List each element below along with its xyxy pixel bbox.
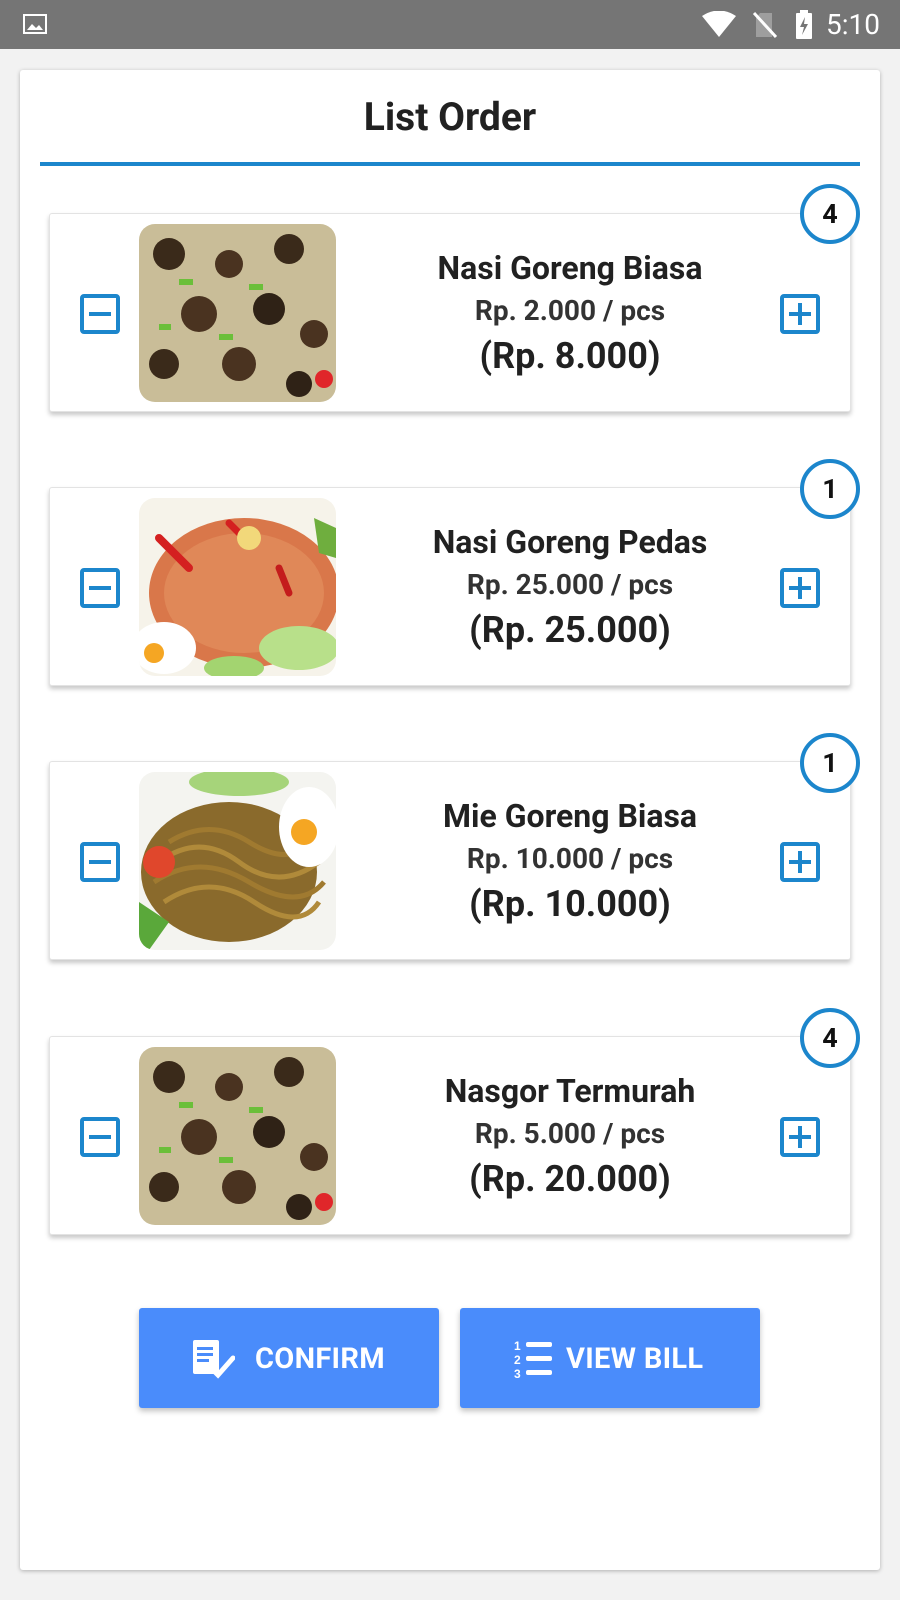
food-image <box>139 224 336 402</box>
item-total: (Rp. 25.000) <box>469 609 671 651</box>
item-name: Nasgor Termurah <box>444 1072 696 1110</box>
order-item: Nasgor Termurah Rp. 5.000 / pcs (Rp. 20.… <box>49 1036 851 1235</box>
item-name: Nasi Goreng Biasa <box>437 249 703 287</box>
decrease-quantity-button[interactable] <box>80 1117 120 1157</box>
fried-rice-meat-image <box>139 1047 336 1225</box>
food-image <box>139 498 336 676</box>
item-unit-price: Rp. 25.000 / pcs <box>466 568 674 601</box>
order-item: Nasi Goreng Biasa Rp. 2.000 / pcs (Rp. 8… <box>49 213 851 412</box>
svg-text:3: 3 <box>514 1367 521 1380</box>
quantity-badge: 4 <box>800 184 860 244</box>
no-sim-icon <box>752 11 778 39</box>
numbered-list-icon: 1 2 3 <box>514 1339 552 1380</box>
image-icon <box>23 14 47 34</box>
quantity-badge: 4 <box>800 1008 860 1068</box>
food-image <box>139 1047 336 1225</box>
increase-quantity-button[interactable] <box>780 1117 820 1157</box>
item-total: (Rp. 10.000) <box>469 883 671 925</box>
item-total: (Rp. 20.000) <box>469 1158 671 1200</box>
fried-rice-meat-image <box>139 224 336 402</box>
item-unit-price: Rp. 5.000 / pcs <box>474 1117 666 1150</box>
view-bill-button[interactable]: 1 2 3 VIEW BILL <box>460 1308 760 1408</box>
increase-quantity-button[interactable] <box>780 294 820 334</box>
item-info: Mie Goreng Biasa Rp. 10.000 / pcs (Rp. 1… <box>370 792 770 930</box>
item-unit-price: Rp. 10.000 / pcs <box>466 842 674 875</box>
order-item: Mie Goreng Biasa Rp. 10.000 / pcs (Rp. 1… <box>49 761 851 960</box>
battery-charging-icon <box>796 10 812 39</box>
confirm-button[interactable]: CONFIRM <box>139 1308 439 1408</box>
item-name: Nasi Goreng Pedas <box>432 523 708 561</box>
wifi-icon <box>702 11 736 37</box>
item-name: Mie Goreng Biasa <box>442 797 698 835</box>
item-info: Nasi Goreng Biasa Rp. 2.000 / pcs (Rp. 8… <box>370 244 770 382</box>
decrease-quantity-button[interactable] <box>80 842 120 882</box>
checklist-confirm-icon <box>193 1340 235 1379</box>
item-unit-price: Rp. 2.000 / pcs <box>474 294 666 327</box>
quantity-badge: 1 <box>800 459 860 519</box>
decrease-quantity-button[interactable] <box>80 568 120 608</box>
confirm-label: CONFIRM <box>255 1342 385 1376</box>
title-divider <box>40 162 860 166</box>
item-total: (Rp. 8.000) <box>479 335 661 377</box>
svg-text:1: 1 <box>514 1339 521 1353</box>
spicy-fried-rice-image <box>139 498 336 676</box>
increase-quantity-button[interactable] <box>780 842 820 882</box>
decrease-quantity-button[interactable] <box>80 294 120 334</box>
quantity-badge: 1 <box>800 733 860 793</box>
food-image <box>139 772 336 950</box>
increase-quantity-button[interactable] <box>780 568 820 608</box>
view-bill-label: VIEW BILL <box>566 1342 704 1376</box>
clock: 5:10 <box>826 8 880 41</box>
item-info: Nasgor Termurah Rp. 5.000 / pcs (Rp. 20.… <box>370 1067 770 1205</box>
item-info: Nasi Goreng Pedas Rp. 25.000 / pcs (Rp. … <box>370 518 770 656</box>
order-item: Nasi Goreng Pedas Rp. 25.000 / pcs (Rp. … <box>49 487 851 686</box>
svg-text:2: 2 <box>514 1353 521 1367</box>
fried-noodles-image <box>139 772 336 950</box>
page-title: List Order <box>363 94 537 140</box>
status-bar: 5:10 <box>0 0 900 49</box>
